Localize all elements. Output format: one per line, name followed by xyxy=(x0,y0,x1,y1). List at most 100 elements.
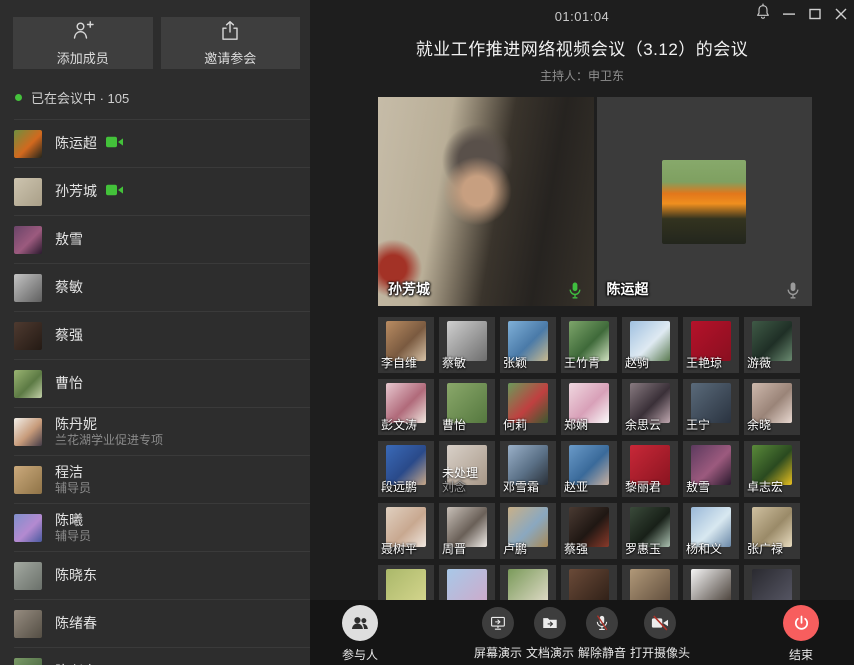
participant-avatar xyxy=(14,274,42,302)
thumbnail-name: 杨和义 xyxy=(686,540,722,557)
video-thumbnail[interactable]: 蔡强 xyxy=(561,503,617,559)
video-thumbnail[interactable]: 蔡敏 xyxy=(439,317,495,373)
participant-name: 敖雪 xyxy=(55,231,83,249)
screen-share-button[interactable]: 屏幕演示 xyxy=(474,607,522,661)
participant-avatar xyxy=(14,466,42,494)
participant-row[interactable]: 陈曦 辅导员 xyxy=(0,504,310,552)
video-thumbnail[interactable]: 王宁 xyxy=(683,379,739,435)
participants-button[interactable]: 参与人 xyxy=(342,605,378,663)
video-thumbnail[interactable]: 王竹青 xyxy=(561,317,617,373)
participant-subtitle: 兰花湖学业促进专项 xyxy=(55,433,163,448)
video-thumbnail[interactable]: 杨和义 xyxy=(683,503,739,559)
video-thumbnail[interactable]: 李自维 xyxy=(378,317,434,373)
video-thumbnail[interactable]: 曹怡 xyxy=(439,379,495,435)
participant-avatar xyxy=(14,418,42,446)
video-thumbnail[interactable]: 张颖 xyxy=(500,317,556,373)
thumbnail-name: 蔡敏 xyxy=(442,354,466,371)
unmute-label: 解除静音 xyxy=(578,644,626,661)
doc-share-button[interactable]: 文档演示 xyxy=(526,607,574,661)
participant-name: 陈运超 xyxy=(55,135,97,153)
window-controls xyxy=(750,0,854,28)
video-thumbnail[interactable]: 赵驹 xyxy=(622,317,678,373)
participant-row[interactable]: 陈丹妮 兰花湖学业促进专项 xyxy=(0,408,310,456)
video-thumbnail[interactable]: 赵亚 xyxy=(561,441,617,497)
thumbnail-name: 黎丽君 xyxy=(625,478,661,495)
video-thumbnail[interactable]: 何莉 xyxy=(500,379,556,435)
add-member-button[interactable]: 添加成员 xyxy=(13,17,153,69)
video-thumbnail[interactable]: 段远鹏 xyxy=(378,441,434,497)
video-thumbnail[interactable]: 卓志宏 xyxy=(744,441,800,497)
participant-row[interactable]: 曹怡 xyxy=(0,360,310,408)
maximize-button[interactable] xyxy=(802,0,828,28)
thumbnail-name: 游薇 xyxy=(747,354,771,371)
participant-avatar xyxy=(14,562,42,590)
thumbnail-name: 刘念 xyxy=(442,478,466,495)
video-thumbnail[interactable]: 罗惠玉 xyxy=(622,503,678,559)
participants-sidebar: 添加成员 邀请参会 已在会议中 · 105 陈运超 xyxy=(0,0,310,665)
thumbnail-name: 李自维 xyxy=(381,354,417,371)
featured-video-stage: 孙芳城 陈运超 xyxy=(378,97,812,306)
end-meeting-button[interactable]: 结束 xyxy=(783,605,819,663)
video-thumbnail[interactable]: 未处理 刘念 xyxy=(439,441,495,497)
invite-button[interactable]: 邀请参会 xyxy=(161,17,301,69)
participant-row[interactable]: 陈晓东 xyxy=(0,552,310,600)
camera-on-icon xyxy=(106,183,123,201)
thumbnail-name: 张广禄 xyxy=(747,540,783,557)
video-thumbnail[interactable]: 郑娴 xyxy=(561,379,617,435)
video-thumbnail[interactable]: 黎丽君 xyxy=(622,441,678,497)
participant-row[interactable]: 孙芳城 xyxy=(0,168,310,216)
invite-share-icon xyxy=(220,20,240,44)
video-thumbnail[interactable]: 余晓 xyxy=(744,379,800,435)
mic-on-icon xyxy=(569,282,581,299)
notification-bell-button[interactable] xyxy=(750,0,776,28)
participant-row[interactable]: 陈运超 xyxy=(0,120,310,168)
participant-row[interactable]: 蔡敏 xyxy=(0,264,310,312)
mic-muted-icon xyxy=(787,282,799,299)
video-feed-main[interactable]: 孙芳城 xyxy=(378,97,594,306)
participant-avatar xyxy=(14,610,42,638)
feed-name: 孙芳城 xyxy=(388,279,430,299)
video-thumbnail[interactable]: 邓雪霜 xyxy=(500,441,556,497)
video-feed-secondary[interactable]: 陈运超 xyxy=(597,97,813,306)
meeting-main-area: 01:01:04 就业工作推进网络视频会议（3.12）的会议 主持人：申卫东 孙… xyxy=(310,0,854,665)
bell-icon xyxy=(755,3,771,25)
thumbnail-name: 卢鹏 xyxy=(503,540,527,557)
participant-name: 陈曦 xyxy=(55,512,83,530)
video-thumbnail[interactable]: 敖雪 xyxy=(683,441,739,497)
participant-row[interactable]: 敖雪 xyxy=(0,216,310,264)
video-thumbnail[interactable]: 王艳琼 xyxy=(683,317,739,373)
open-camera-button[interactable]: 打开摄像头 xyxy=(630,607,690,661)
thumbnail-name: 王宁 xyxy=(686,416,710,433)
minimize-button[interactable] xyxy=(776,0,802,28)
participant-subtitle: 辅导员 xyxy=(55,481,91,496)
participant-row[interactable]: 蔡强 xyxy=(0,312,310,360)
video-thumbnail[interactable]: 张广禄 xyxy=(744,503,800,559)
folder-share-icon xyxy=(534,607,566,639)
thumbnail-name: 卓志宏 xyxy=(747,478,783,495)
participant-avatar xyxy=(14,658,42,665)
participant-row[interactable]: 程洁 辅导员 xyxy=(0,456,310,504)
unmute-button[interactable]: 解除静音 xyxy=(578,607,626,661)
video-thumbnail[interactable]: 卢鹏 xyxy=(500,503,556,559)
participant-name: 陈绪春 xyxy=(55,615,97,633)
video-grid: 李自维 蔡敏 张颖 王竹青 赵驹 王艳琼 游薇 彭文涛 曹怡 xyxy=(378,317,812,621)
video-thumbnail[interactable]: 聂树平 xyxy=(378,503,434,559)
meeting-title: 就业工作推进网络视频会议（3.12）的会议 xyxy=(310,35,854,60)
video-thumbnail[interactable]: 周晋 xyxy=(439,503,495,559)
thumbnail-name: 蔡强 xyxy=(564,540,588,557)
video-thumbnail[interactable]: 彭文涛 xyxy=(378,379,434,435)
participant-row[interactable]: 陈兴宇 xyxy=(0,648,310,665)
participant-row[interactable]: 陈绪春 xyxy=(0,600,310,648)
participant-name: 陈晓东 xyxy=(55,567,97,585)
video-thumbnail[interactable]: 游薇 xyxy=(744,317,800,373)
meeting-host: 主持人：申卫东 xyxy=(310,67,854,84)
participant-list: 陈运超 孙芳城 敖雪 xyxy=(0,120,310,665)
thumbnail-name: 张颖 xyxy=(503,354,527,371)
meeting-status-label: 已在会议中 · 105 xyxy=(31,88,129,107)
participants-label: 参与人 xyxy=(342,646,378,663)
video-thumbnail[interactable]: 余思云 xyxy=(622,379,678,435)
thumbnail-name: 余晓 xyxy=(747,416,771,433)
participant-name: 孙芳城 xyxy=(55,183,97,201)
participant-avatar xyxy=(14,178,42,206)
close-button[interactable] xyxy=(828,0,854,28)
